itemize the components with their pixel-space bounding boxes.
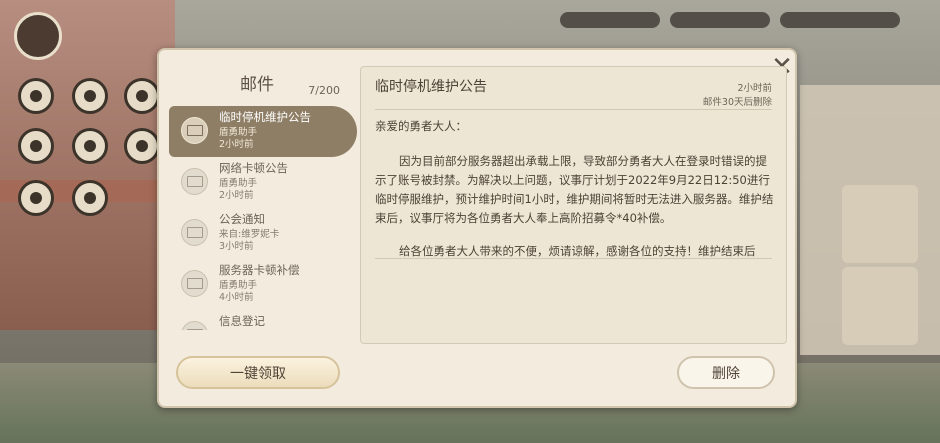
mail-title: 网络卡顿公告 — [219, 161, 288, 175]
resource-bar — [780, 12, 900, 28]
mail-time: 4小时前 — [219, 292, 254, 303]
envelope-icon — [181, 270, 208, 297]
resource-bar — [670, 12, 770, 28]
mail-title: 公会通知 — [219, 212, 265, 226]
mail-item-guild-notice[interactable]: 公会通知 来自:维罗妮卡 3小时前 — [169, 208, 359, 259]
delete-button[interactable]: 删除 — [677, 356, 775, 389]
player-avatar[interactable] — [14, 12, 62, 60]
mail-title: 服务器卡顿补偿 — [219, 263, 300, 277]
content-paragraph: 因为目前部分服务器超出承载上限，导致部分勇者大人在登录时错误的提示了账号被封禁。… — [375, 154, 774, 225]
mail-title: 临时停机维护公告 — [219, 110, 311, 124]
side-card[interactable] — [842, 185, 918, 263]
content-title: 临时停机维护公告 — [375, 79, 487, 95]
content-divider — [375, 109, 772, 110]
envelope-icon — [181, 168, 208, 195]
envelope-icon — [181, 219, 208, 246]
mail-title: 信息登记 — [219, 314, 265, 328]
menu-circle-icon[interactable] — [18, 180, 54, 216]
content-greeting: 亲爱的勇者大人： — [375, 119, 467, 133]
mail-list[interactable]: 临时停机维护公告 盾勇助手 2小时前 网络卡顿公告 盾勇助手 2小时前 公会通知… — [169, 106, 359, 330]
mail-item-info-register[interactable]: 信息登记 — [169, 310, 359, 330]
menu-circle-icon[interactable] — [124, 128, 160, 164]
collect-all-button[interactable]: 一键领取 — [176, 356, 340, 389]
mail-content: 临时停机维护公告 2小时前 邮件30天后删除 亲爱的勇者大人： 因为目前部分服务… — [360, 66, 787, 344]
content-expire-note: 邮件30天后删除 — [702, 97, 772, 108]
mail-item-network-lag[interactable]: 网络卡顿公告 盾勇助手 2小时前 — [169, 157, 359, 208]
menu-circle-icon[interactable] — [72, 128, 108, 164]
mail-count: 7/200 — [308, 84, 340, 97]
mail-time: 3小时前 — [219, 241, 254, 252]
mail-sidebar: 邮件 7/200 临时停机维护公告 盾勇助手 2小时前 网络卡顿公告 盾勇助手 … — [167, 64, 357, 394]
mail-item-compensation[interactable]: 服务器卡顿补偿 盾勇助手 4小时前 — [169, 259, 359, 310]
mail-time: 2小时前 — [219, 190, 254, 201]
content-divider — [375, 258, 772, 259]
content-body: 亲爱的勇者大人： 因为目前部分服务器超出承载上限，导致部分勇者大人在登录时错误的… — [375, 117, 775, 275]
resource-bar — [560, 12, 660, 28]
mail-time: 2小时前 — [219, 139, 254, 150]
mail-panel: ✕ 邮件 7/200 临时停机维护公告 盾勇助手 2小时前 网络卡顿公告 盾勇助… — [157, 48, 797, 408]
envelope-icon — [181, 117, 208, 144]
menu-circle-icon[interactable] — [124, 78, 160, 114]
menu-circle-icon[interactable] — [72, 78, 108, 114]
menu-circle-icon[interactable] — [18, 128, 54, 164]
content-time: 2小时前 — [737, 83, 772, 94]
menu-circle-icon[interactable] — [18, 78, 54, 114]
envelope-icon — [181, 321, 208, 330]
mail-item-maintenance[interactable]: 临时停机维护公告 盾勇助手 2小时前 — [169, 106, 357, 157]
side-card[interactable] — [842, 267, 918, 345]
menu-circle-icon[interactable] — [72, 180, 108, 216]
